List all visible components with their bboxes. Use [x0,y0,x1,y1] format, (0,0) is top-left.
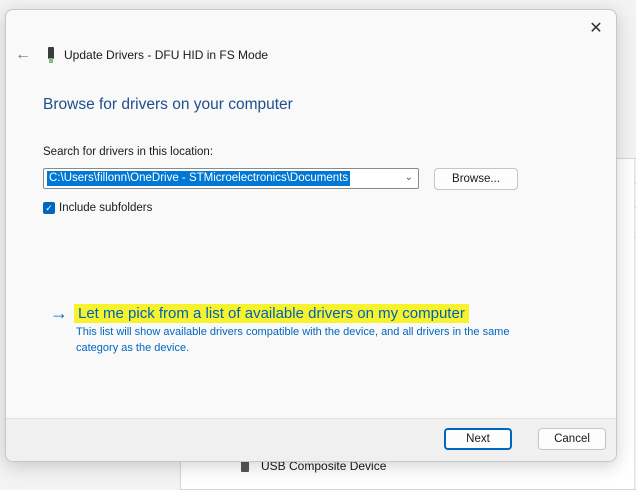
pick-driver-link[interactable]: → Let me pick from a list of available d… [50,303,469,324]
back-button[interactable]: ← [12,46,34,64]
close-icon: ✕ [589,20,603,37]
include-subfolders-checkbox[interactable]: ✓ Include subfolders [43,202,152,214]
next-button[interactable]: Next [444,428,512,450]
title-bar: ← Update Drivers - DFU HID in FS Mode [6,42,616,68]
driver-path-value[interactable]: C:\Users\fillonn\OneDrive - STMicroelect… [47,171,351,186]
browse-button[interactable]: Browse... [434,168,518,190]
device-icon [46,47,56,63]
include-subfolders-label[interactable]: Include subfolders [59,202,152,214]
update-drivers-dialog: ✕ ← Update Drivers - DFU HID in FS Mode … [5,9,617,462]
close-button[interactable]: ✕ [582,16,610,40]
chevron-down-icon[interactable]: ⌄ [405,172,413,183]
pick-driver-link-text[interactable]: Let me pick from a list of available dri… [74,304,469,323]
checkmark-icon[interactable]: ✓ [43,202,55,214]
dialog-footer: Next Cancel [6,418,616,461]
arrow-right-icon: → [50,303,68,323]
search-location-label: Search for drivers in this location: [43,146,214,158]
window-title: Update Drivers - DFU HID in FS Mode [64,48,269,62]
driver-path-combobox[interactable]: C:\Users\fillonn\OneDrive - STMicroelect… [43,168,419,189]
pick-driver-description: This list will show available drivers co… [76,326,510,354]
cancel-button[interactable]: Cancel [538,428,606,450]
page-heading: Browse for drivers on your computer [43,96,293,113]
back-arrow-icon: ← [15,46,31,63]
